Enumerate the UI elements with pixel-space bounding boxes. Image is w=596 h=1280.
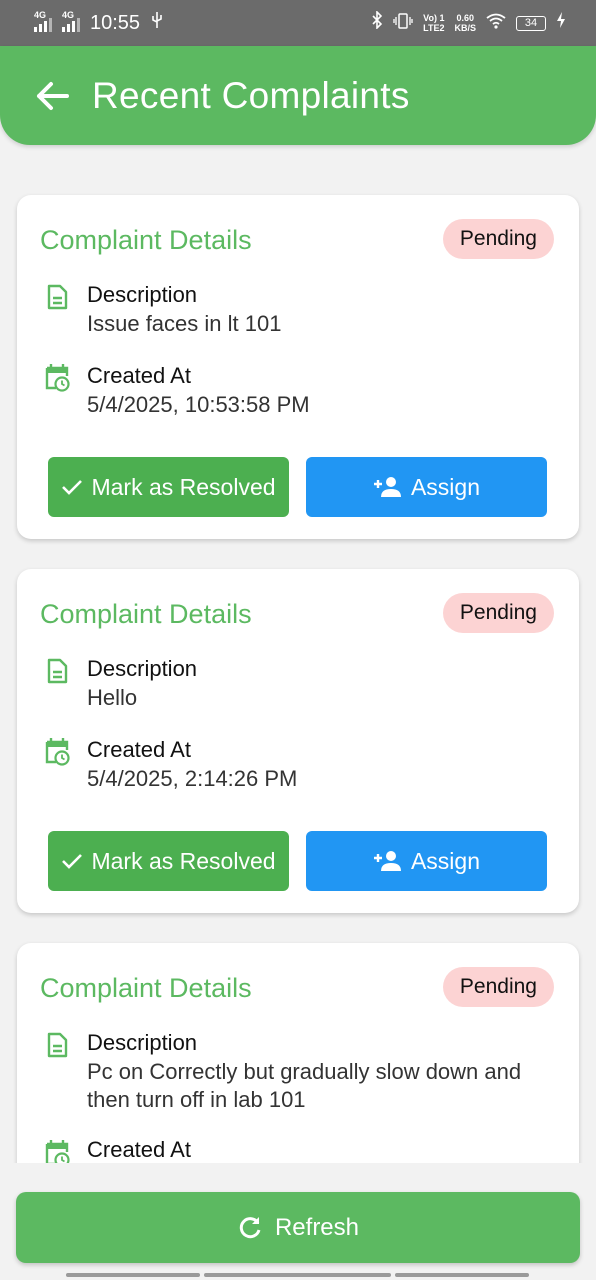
- description-label: Description: [87, 656, 198, 681]
- app-bar: Recent Complaints: [0, 46, 596, 145]
- document-icon: [47, 284, 68, 310]
- complaint-title: Complaint Details: [40, 973, 252, 1003]
- nav-hint-left: [66, 1273, 200, 1277]
- network-speed: 0.60 KB/S: [454, 13, 476, 33]
- refresh-label: Refresh: [274, 1213, 360, 1241]
- mark-resolved-label: Mark as Resolved: [91, 473, 276, 500]
- complaints-list[interactable]: Complaint Details Pending Description Is…: [0, 145, 596, 1163]
- calendar-clock-icon: [45, 738, 70, 766]
- lte-text: LTE2: [423, 23, 445, 33]
- mark-resolved-button[interactable]: Mark as Resolved: [48, 831, 289, 891]
- complaint-card: Complaint Details Pending Description Is…: [17, 195, 579, 539]
- network-type-1: 4G: [34, 10, 47, 20]
- speed-value: 0.60: [456, 13, 474, 23]
- status-badge: Pending: [442, 967, 554, 1007]
- network-type-2: 4G: [62, 10, 75, 20]
- bluetooth-icon: [371, 10, 383, 35]
- check-icon: [62, 480, 83, 495]
- status-bar: 4G 4G 10:55 Vo) 1 LTE2 0.60 KB/S 34: [0, 0, 596, 46]
- signal-icon-sim2: 4G: [62, 10, 80, 32]
- nav-hint-center: [204, 1273, 391, 1277]
- description-label: Description: [87, 1030, 198, 1055]
- wifi-icon: [486, 12, 506, 35]
- page-title: Recent Complaints: [92, 74, 410, 116]
- back-arrow-icon: [37, 81, 69, 110]
- status-badge: Pending: [442, 593, 554, 633]
- usb-icon: [150, 11, 164, 35]
- back-button[interactable]: [32, 76, 72, 116]
- complaint-card: Complaint Details Pending Description Pc…: [17, 943, 579, 1163]
- created-label: Created At: [87, 737, 191, 762]
- person-add-icon: [373, 477, 401, 497]
- battery-level: 34: [524, 17, 538, 29]
- created-value: 5/4/2025, 2:14:26 PM: [87, 766, 298, 791]
- signal-icon-sim1: 4G: [34, 10, 52, 32]
- complaint-title: Complaint Details: [40, 225, 252, 255]
- battery-icon: 34: [516, 15, 546, 31]
- nav-hint-right: [395, 1273, 529, 1277]
- assign-label: Assign: [410, 847, 481, 874]
- refresh-icon: [239, 1216, 261, 1238]
- description-value: Hello: [87, 685, 138, 710]
- status-time: 10:55: [90, 11, 141, 34]
- description-value: Pc on Correctly but gradually slow down …: [87, 1059, 522, 1112]
- status-badge: Pending: [442, 219, 554, 259]
- calendar-clock-icon: [45, 364, 70, 392]
- check-icon: [62, 854, 83, 869]
- speed-unit: KB/S: [454, 23, 476, 33]
- assign-button[interactable]: Assign: [306, 457, 547, 517]
- document-icon: [47, 658, 68, 684]
- person-add-icon: [373, 851, 401, 871]
- mark-resolved-button[interactable]: Mark as Resolved: [48, 457, 289, 517]
- assign-button[interactable]: Assign: [306, 831, 547, 891]
- assign-label: Assign: [410, 473, 481, 500]
- vibrate-icon: [393, 12, 413, 35]
- created-label: Created At: [87, 1137, 191, 1162]
- complaint-title: Complaint Details: [40, 599, 252, 629]
- refresh-button[interactable]: Refresh: [16, 1192, 580, 1263]
- mark-resolved-label: Mark as Resolved: [91, 847, 276, 874]
- created-value: 5/4/2025, 10:53:58 PM: [87, 392, 310, 417]
- volte-indicator: Vo) 1 LTE2: [423, 13, 444, 33]
- calendar-clock-icon: [45, 1140, 70, 1163]
- charging-icon: [556, 11, 566, 35]
- created-label: Created At: [87, 363, 191, 388]
- document-icon: [47, 1032, 68, 1058]
- complaint-card: Complaint Details Pending Description He…: [17, 569, 579, 913]
- description-label: Description: [87, 282, 198, 307]
- volte-text: Vo) 1: [423, 13, 445, 23]
- description-value: Issue faces in lt 101: [87, 311, 282, 336]
